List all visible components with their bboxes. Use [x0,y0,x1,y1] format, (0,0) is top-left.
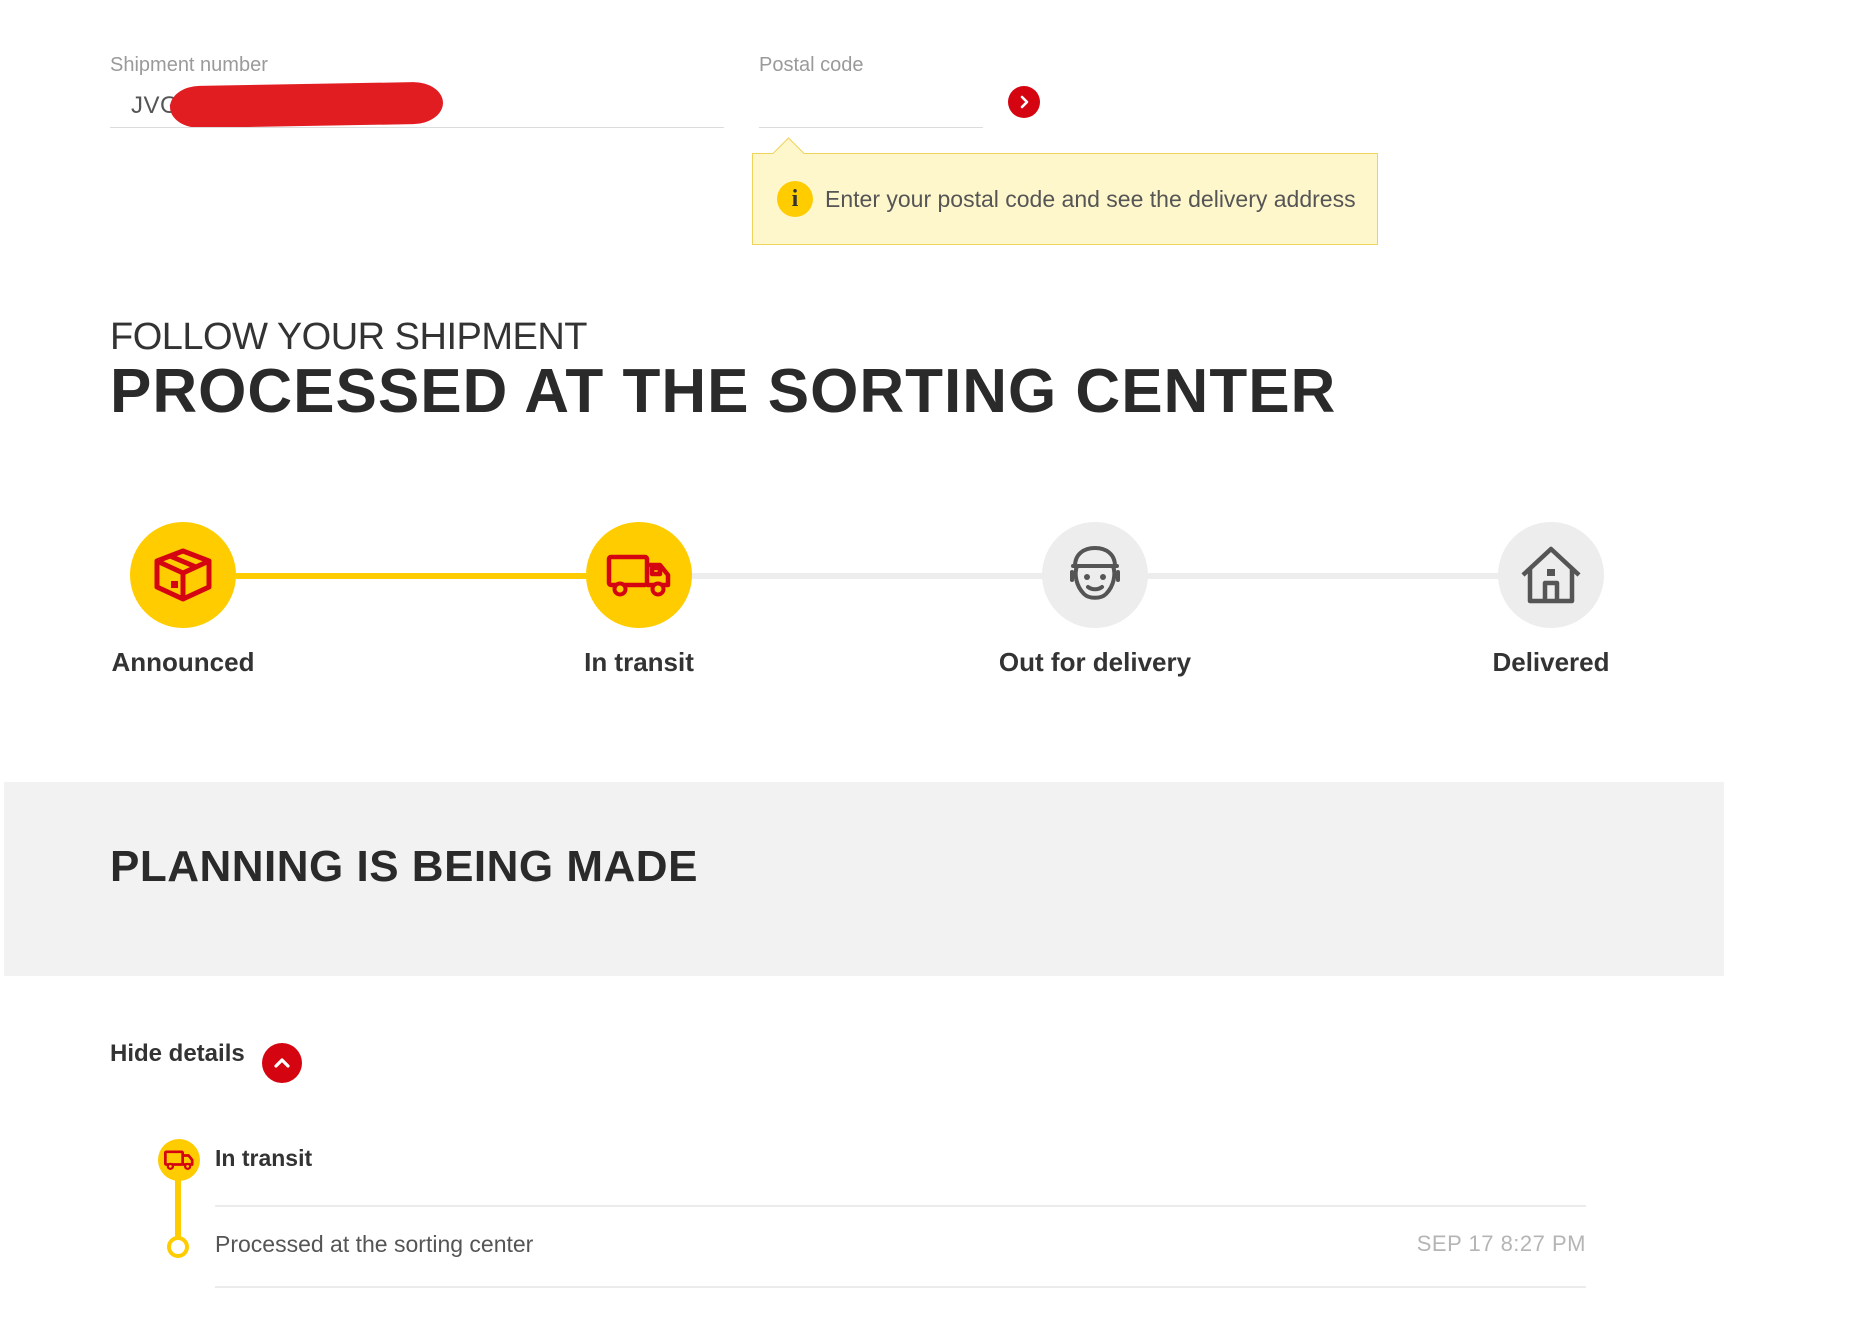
planning-title: PLANNING IS BEING MADE [110,842,698,891]
postal-code-label: Postal code [759,54,864,76]
hide-details-button[interactable] [262,1043,302,1083]
step-label-in-transit: In transit [584,647,694,677]
timeline-divider [215,1286,1586,1288]
timeline-divider [215,1205,1586,1207]
step-delivered [1498,522,1604,628]
timeline-group-title: In transit [215,1145,313,1171]
hide-details-link[interactable]: Hide details [110,1040,245,1068]
timeline-connector [175,1178,181,1238]
step-announced [130,522,236,628]
step-in-transit [586,522,692,628]
status-headline: PROCESSED AT THE SORTING CENTER [110,357,1337,426]
timeline-event-text: Processed at the sorting center [215,1231,534,1257]
timeline-event-marker [167,1236,189,1258]
info-icon: i [777,181,813,217]
redaction-mark [169,81,444,129]
progress-line-completed [236,573,640,579]
step-label-out-for-delivery: Out for delivery [998,647,1192,677]
timeline-event-time: SEP 17 8:27 PM [1416,1231,1586,1256]
submit-postal-code-button[interactable] [1008,86,1040,118]
truck-icon [164,1150,194,1170]
postal-code-input[interactable] [759,92,983,124]
planning-panel: PLANNING IS BEING MADE [4,782,1724,976]
section-eyebrow: FOLLOW YOUR SHIPMENT [110,316,588,358]
step-label-announced: Announced [111,647,255,677]
truck-icon [606,554,671,597]
shipment-number-underline [110,127,724,128]
postal-code-tooltip: i Enter your postal code and see the del… [752,153,1378,245]
timeline-group-marker [158,1139,200,1181]
step-label-delivered: Delivered [1492,647,1610,677]
chevron-up-icon [274,1058,290,1068]
house-icon [1521,546,1581,604]
package-icon [154,548,212,602]
step-out-for-delivery [1042,522,1148,628]
courier-icon [1070,546,1120,600]
chevron-right-icon [1020,95,1029,109]
tooltip-text: Enter your postal code and see the deliv… [825,185,1356,212]
postal-code-underline [759,127,983,128]
shipment-number-label: Shipment number [110,54,268,76]
